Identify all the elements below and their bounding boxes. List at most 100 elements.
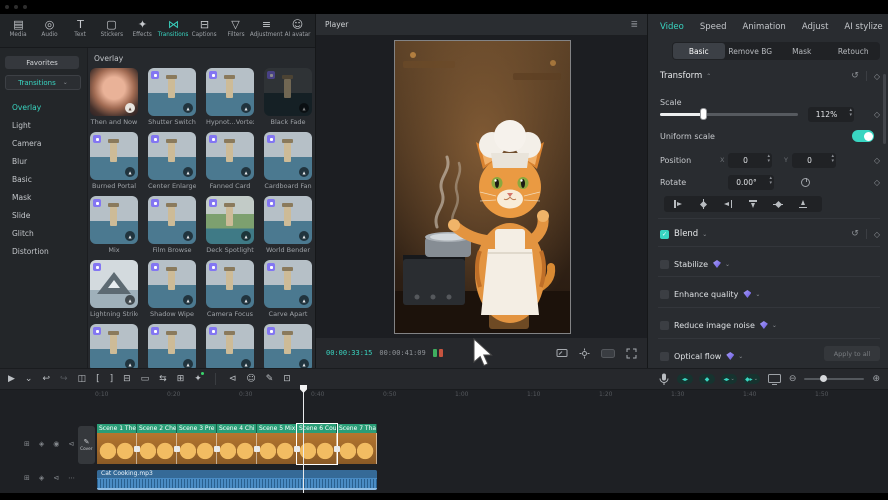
optical-flow-checkbox[interactable] [660,352,669,361]
transition-item-lightning-strike[interactable]: Lightning Strike [90,260,138,319]
timeline-zoom-slider[interactable] [804,378,864,380]
keyframe-next-icon[interactable]: ◂▸⌄ [721,374,737,384]
favorites-button[interactable]: Favorites [5,56,79,69]
scale-value-input[interactable]: 112% ▴▾ [808,107,854,122]
ai-character-icon[interactable]: ☺ [246,374,255,384]
transition-item-deck-spotlight[interactable]: Deck Spotlight [206,196,254,255]
reset-blend-icon[interactable]: ↺ [851,229,859,239]
rotate-input[interactable]: 0.00° ▴▾ [728,175,774,190]
magic-tools-icon[interactable]: ✦ [194,374,202,384]
preview-canvas[interactable] [316,36,647,338]
zoom-out-icon[interactable]: ⊖ [789,374,797,384]
collapse-icon[interactable]: ⌃ [706,73,711,80]
video-preview[interactable] [394,40,571,334]
y-stepper[interactable]: ▴▾ [831,154,834,164]
keyframe-prev-icon[interactable]: ◂▸ [677,374,693,384]
transition-item-burned-portal[interactable]: Burned Portal [90,132,138,191]
transition-item-film-browse[interactable]: Film Browse [148,196,196,255]
tab-video[interactable]: Video [660,22,684,32]
transition-marker[interactable] [174,446,180,452]
sidebar-item-mask[interactable]: Mask [12,188,49,206]
microphone-icon[interactable] [659,373,669,386]
transition-marker[interactable] [214,446,220,452]
tab-effects[interactable]: ✦Effects [127,17,158,47]
chevron-down-icon[interactable]: ⌄ [702,231,707,238]
align-left-icon[interactable] [673,199,683,209]
transition-item-world-bender[interactable]: World Bender [264,196,312,255]
snap-preview-icon[interactable] [579,348,590,359]
freeze-frame-icon[interactable]: ▭ [141,374,150,384]
tab-audio[interactable]: ◎Audio [34,17,65,47]
uniform-scale-toggle[interactable] [852,130,874,142]
scale-slider[interactable] [660,113,798,116]
chevron-down-icon[interactable]: ⌄ [772,322,777,329]
tab-transitions[interactable]: ⋈Transitions [158,17,189,47]
stabilize-checkbox[interactable] [660,260,669,269]
tab-media[interactable]: ▤Media [3,17,34,47]
transition-item-more[interactable] [264,324,312,368]
reduce-noise-checkbox[interactable] [660,321,669,330]
trim-right-icon[interactable]: ] [110,374,114,384]
transition-marker[interactable] [134,446,140,452]
draw-icon[interactable]: ✎ [266,374,274,384]
inspector-scrollbar[interactable] [883,74,886,144]
transition-marker[interactable] [294,446,300,452]
mute-track-icon[interactable]: ⊲ [68,440,74,448]
rotate-stepper[interactable]: ▴▾ [769,176,772,186]
keyframe-icon[interactable]: ◇ [874,72,880,81]
tab-adjust[interactable]: Adjust [802,22,829,32]
position-x-input[interactable]: 0 ▴▾ [728,153,772,168]
blend-checkbox[interactable]: ✓ [660,230,669,239]
cover-button[interactable]: ✎ Cover [78,426,95,464]
chevron-down-icon[interactable]: ⌄ [725,261,730,268]
x-stepper[interactable]: ▴▾ [767,154,770,164]
transition-item-camera-focus[interactable]: Camera Focus [206,260,254,319]
transition-item-mix[interactable]: Mix [90,196,138,255]
player-menu-icon[interactable]: ≣ [630,20,638,30]
transition-item-shadow-wipe[interactable]: Shadow Wipe [148,260,196,319]
mute-preview-icon[interactable]: ⊲ [229,374,237,384]
zoom-slider-handle[interactable] [820,375,827,382]
lock-track-icon[interactable]: ◈ [39,474,44,482]
center-horizontal-icon[interactable] [698,199,708,209]
apply-to-all-button[interactable]: Apply to all [824,346,880,361]
select-tool-icon[interactable]: ▶ [8,374,15,384]
transition-item-shutter-switch[interactable]: Shutter Switch [148,68,196,127]
chevron-down-icon[interactable]: ⌄ [738,353,743,360]
align-right-icon[interactable] [723,199,733,209]
tab-speed[interactable]: Speed [700,22,727,32]
transition-item-fanned-card[interactable]: Fanned Card [206,132,254,191]
audio-clip[interactable]: Cat Cooking.mp3 [97,470,377,490]
sidebar-item-overlay[interactable]: Overlay [12,98,49,116]
select-dropdown-icon[interactable]: ⌄ [25,374,33,384]
tab-ai-avatar[interactable]: ☺AI avatar [282,17,313,47]
scale-stepper[interactable]: ▴▾ [849,108,852,118]
fullscreen-icon[interactable] [626,348,637,359]
sidebar-item-slide[interactable]: Slide [12,206,49,224]
subtab-mask[interactable]: Mask [776,43,828,59]
transition-item-cardboard-fan[interactable]: Cardboard Fan [264,132,312,191]
transition-item-center-enlarge[interactable]: Center Enlarge [148,132,196,191]
mute-track-icon[interactable]: ⊲ [53,474,59,482]
aspect-ratio-icon[interactable] [556,348,568,358]
subtab-retouch[interactable]: Retouch [828,43,880,59]
more-icon[interactable]: ⋯ [68,474,75,482]
delete-icon[interactable]: ⊟ [123,374,131,384]
subtab-remove-bg[interactable]: Remove BG [725,43,777,59]
clip-scene-4-chi[interactable]: Scene 4 Chi [217,424,257,464]
track-options-icon[interactable]: ⊞ [24,474,30,482]
trim-left-icon[interactable]: [ [96,374,100,384]
transition-item-hypnot-vortex[interactable]: Hypnot...Vortex [206,68,254,127]
keyframe-icon[interactable]: ◇ [874,156,880,165]
transition-marker[interactable] [334,446,340,452]
resolution-badge[interactable] [601,349,615,358]
reset-transform-icon[interactable]: ↺ [851,71,859,81]
keyframe-icon[interactable]: ◇ [874,110,880,119]
tab-captions[interactable]: ⊟Captions [189,17,220,47]
slider-handle[interactable] [700,108,707,120]
position-y-input[interactable]: 0 ▴▾ [792,153,836,168]
sidebar-item-basic[interactable]: Basic [12,170,49,188]
keyframe-icon[interactable]: ◇ [874,178,880,187]
undo-icon[interactable]: ↩ [42,374,50,384]
sidebar-item-distortion[interactable]: Distortion [12,242,49,260]
